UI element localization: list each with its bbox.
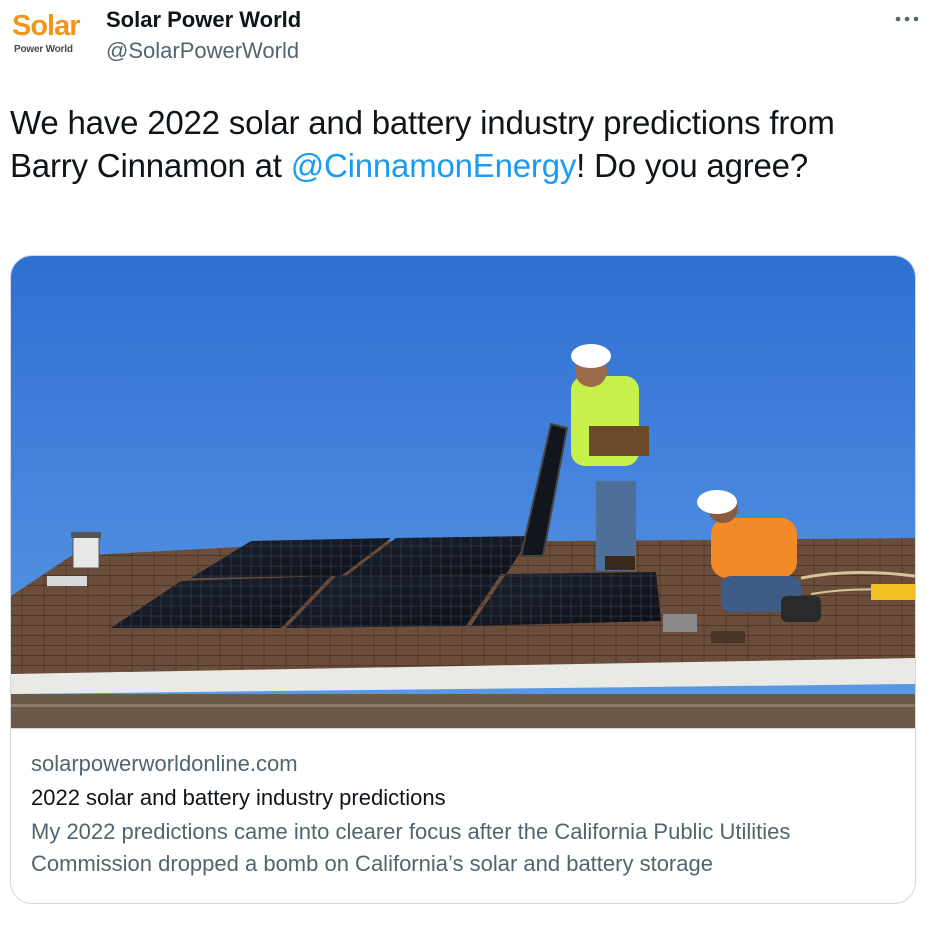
author-handle[interactable]: @SolarPowerWorld bbox=[106, 36, 301, 66]
mention-link[interactable]: @CinnamonEnergy bbox=[291, 147, 577, 184]
avatar[interactable]: Solar Power World bbox=[10, 10, 90, 64]
link-card[interactable]: solarpowerworldonline.com 2022 solar and… bbox=[10, 255, 916, 904]
card-domain: solarpowerworldonline.com bbox=[31, 751, 298, 776]
tweet-header: Solar Power World Solar Power World @Sol… bbox=[10, 4, 930, 84]
tweet: Solar Power World Solar Power World @Sol… bbox=[0, 0, 940, 928]
more-horizontal-icon bbox=[895, 16, 919, 22]
tweet-text: We have 2022 solar and battery industry … bbox=[10, 101, 920, 187]
card-image[interactable] bbox=[11, 256, 915, 729]
more-options-button[interactable] bbox=[890, 4, 924, 34]
card-photo bbox=[11, 256, 915, 728]
tweet-text-part: ! Do you agree? bbox=[576, 147, 808, 184]
author-info: Solar Power World @SolarPowerWorld bbox=[106, 6, 301, 66]
logo-subtitle: Power World bbox=[14, 44, 73, 55]
author-display-name[interactable]: Solar Power World bbox=[106, 6, 301, 34]
card-meta: solarpowerworldonline.com 2022 solar and… bbox=[31, 749, 901, 880]
card-description: My 2022 predictions came into clearer fo… bbox=[31, 819, 791, 876]
card-title: 2022 solar and battery industry predicti… bbox=[31, 785, 446, 810]
logo-wordmark: Solar bbox=[12, 10, 81, 42]
